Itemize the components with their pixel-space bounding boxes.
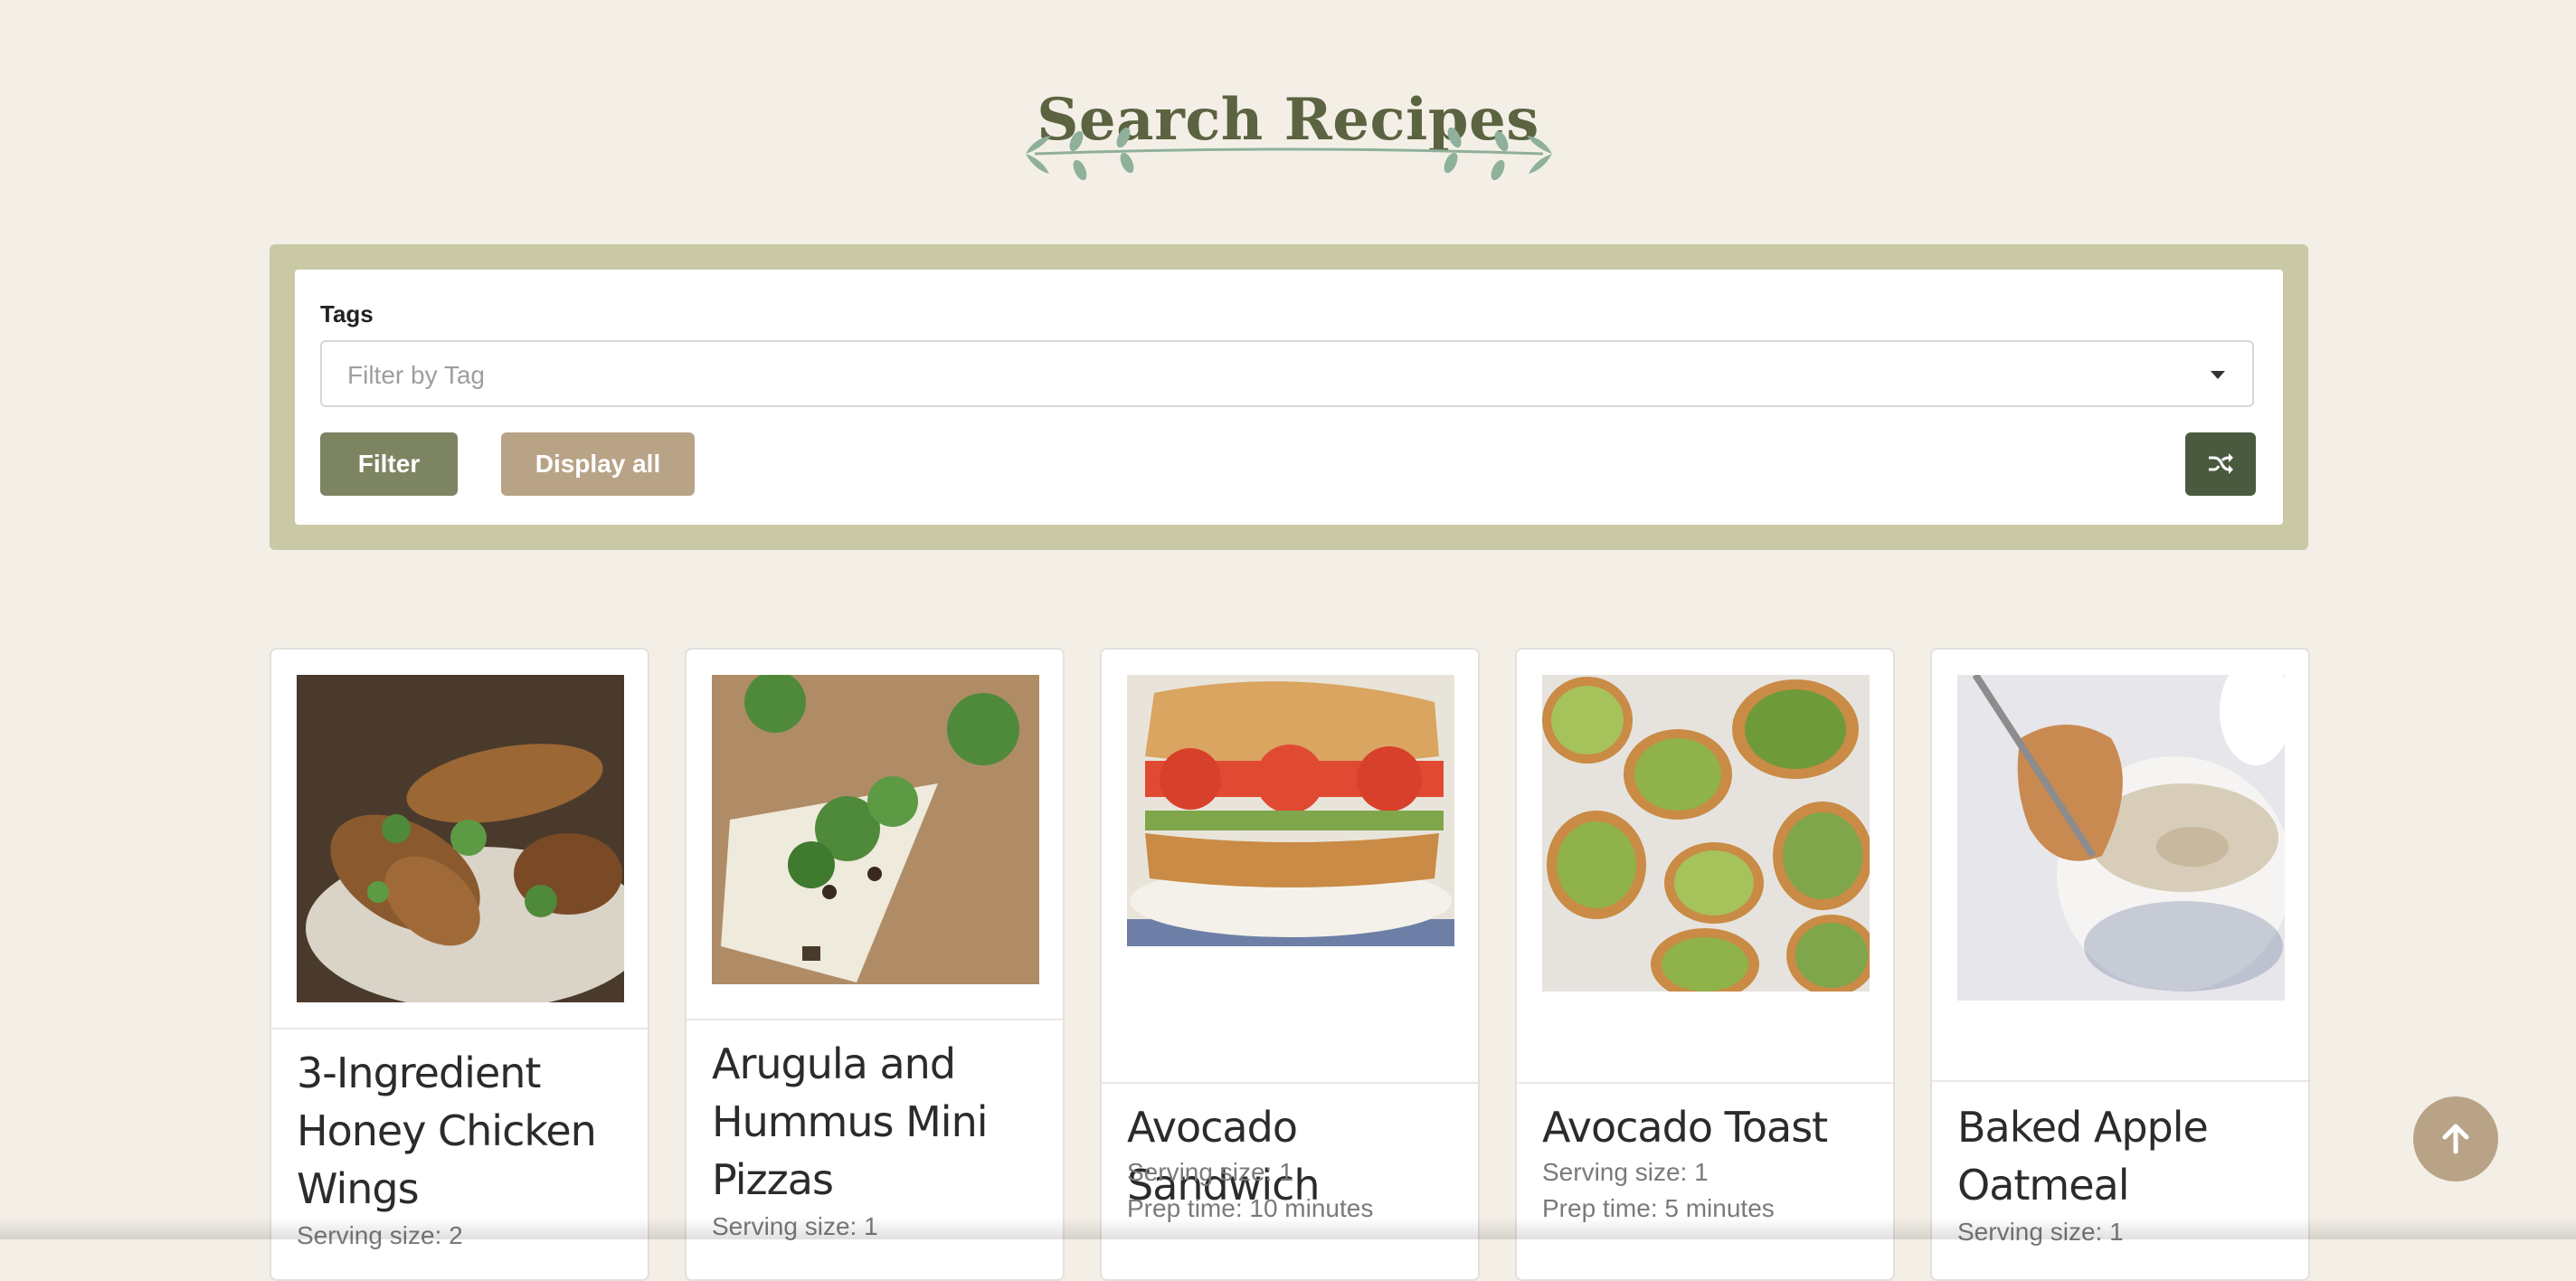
recipe-card[interactable]: Avocado Sandwich Serving size: 1 Prep ti… <box>1100 648 1480 1281</box>
recipe-card[interactable]: Avocado Toast Serving size: 1 Prep time:… <box>1515 648 1895 1281</box>
arrow-up-icon <box>2442 1124 2469 1154</box>
leaf-divider-icon <box>1026 127 1552 181</box>
recipe-serving-size: Serving size: 1 <box>1542 1158 1709 1186</box>
recipe-card[interactable]: Arugula and Hummus Mini Pizzas Serving s… <box>685 648 1065 1281</box>
shuffle-icon <box>2209 453 2233 474</box>
back-to-top-button[interactable] <box>2413 1096 2498 1181</box>
recipe-image[interactable] <box>1127 675 1454 946</box>
recipe-image[interactable] <box>1957 675 2285 1001</box>
bottom-shadow <box>0 1218 2576 1239</box>
filter-card: Tags Filter by Tag Filter Display all <box>295 270 2283 525</box>
recipe-card[interactable]: Baked Apple Oatmeal Serving size: 1 <box>1930 648 2310 1281</box>
shuffle-button[interactable] <box>2185 432 2256 496</box>
card-divider <box>1102 1082 1478 1084</box>
recipe-card[interactable]: 3-Ingredient Honey Chicken Wings Serving… <box>270 648 649 1281</box>
recipe-title[interactable]: Baked Apple Oatmeal <box>1957 1098 2290 1214</box>
recipe-title[interactable]: 3-Ingredient Honey Chicken Wings <box>297 1044 630 1218</box>
display-all-button[interactable]: Display all <box>501 432 695 496</box>
card-divider <box>1932 1080 2308 1082</box>
recipe-title[interactable]: Avocado Toast <box>1542 1098 1875 1156</box>
recipe-image[interactable] <box>297 675 624 1002</box>
recipe-serving-size: Serving size: 1 <box>1127 1158 1293 1186</box>
tags-label: Tags <box>320 300 374 327</box>
card-divider <box>271 1028 648 1030</box>
tag-filter-placeholder: Filter by Tag <box>347 361 485 389</box>
recipe-image[interactable] <box>712 675 1039 984</box>
recipe-image[interactable] <box>1542 675 1870 992</box>
filter-panel: Tags Filter by Tag Filter Display all <box>270 244 2308 550</box>
recipe-title[interactable]: Arugula and Hummus Mini Pizzas <box>712 1035 1045 1209</box>
tag-filter-select[interactable]: Filter by Tag <box>320 340 2254 407</box>
card-divider <box>687 1019 1063 1020</box>
chevron-down-icon <box>2211 371 2225 379</box>
filter-button[interactable]: Filter <box>320 432 458 496</box>
card-divider <box>1517 1082 1893 1084</box>
